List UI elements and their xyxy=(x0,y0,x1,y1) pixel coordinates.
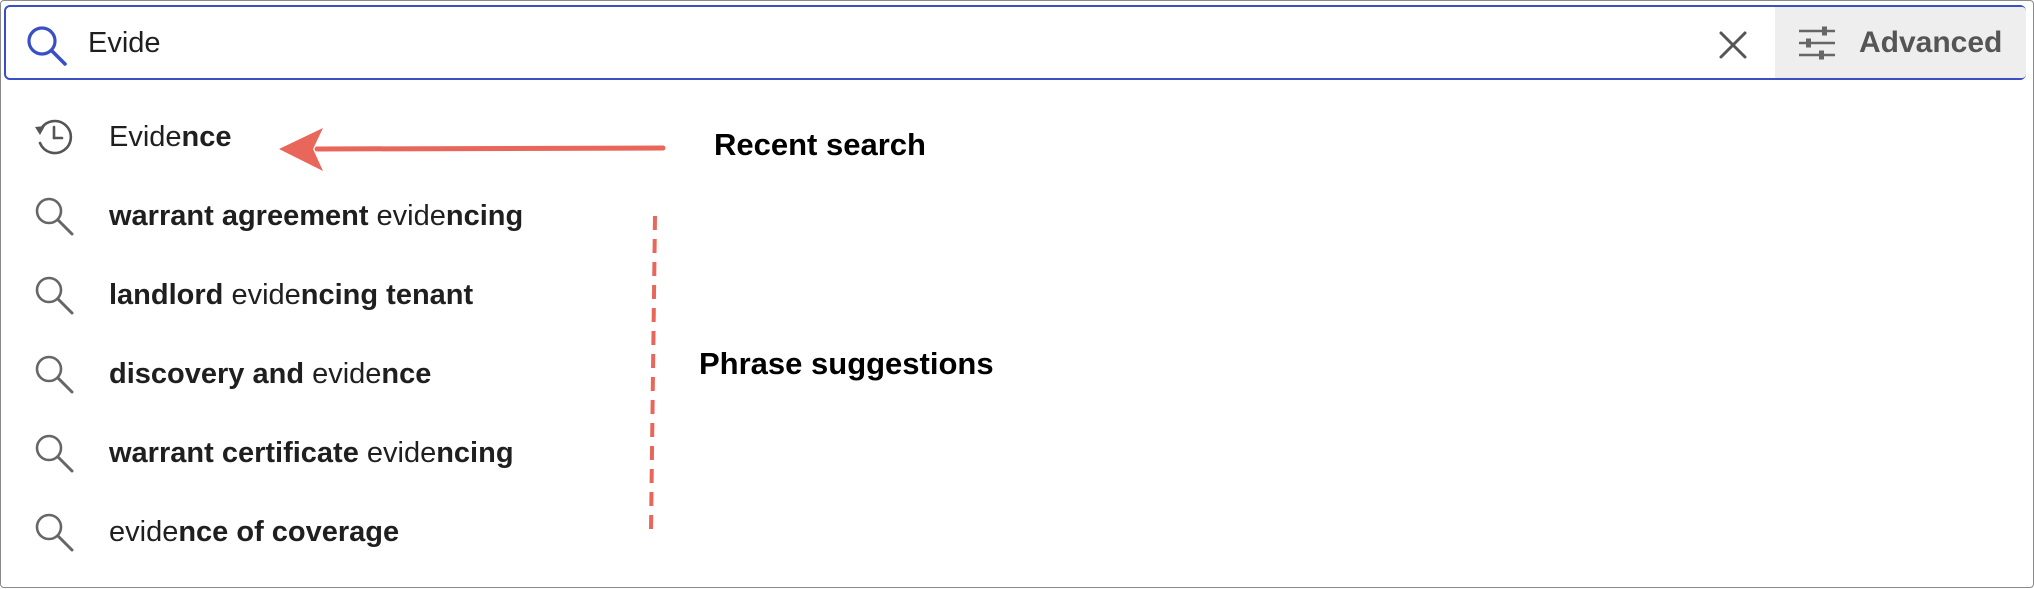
phrase-suggestion-item[interactable]: warrant certificate evidencing xyxy=(31,425,514,481)
suggestion-text: Evidence xyxy=(109,121,232,154)
search-icon xyxy=(31,430,77,476)
phrase-suggestion-item[interactable]: warrant agreement evidencing xyxy=(31,188,523,244)
recent-search-item[interactable]: Evidence xyxy=(31,109,232,165)
search-icon xyxy=(31,509,77,555)
suggestion-match: evide xyxy=(109,515,179,548)
search-icon xyxy=(31,272,77,318)
suggestion-text: landlord evidencing tenant xyxy=(109,279,473,312)
recent-search-arrow xyxy=(314,145,666,152)
history-icon xyxy=(31,114,77,160)
suggestion-completion: discovery and xyxy=(109,357,305,390)
recent-search-arrowhead xyxy=(279,128,323,171)
close-icon xyxy=(1719,31,1747,59)
search-icon xyxy=(27,26,67,66)
suggestion-completion: warrant certificate xyxy=(109,436,359,469)
search-input[interactable] xyxy=(88,17,1688,69)
recent-search-annotation: Recent search xyxy=(714,127,926,162)
advanced-label: Advanced xyxy=(1859,25,2003,59)
suggestion-match: evide xyxy=(304,357,382,390)
suggestion-text: warrant agreement evidencing xyxy=(109,200,523,233)
suggestion-match: evide xyxy=(223,278,301,311)
suggestion-match: evide xyxy=(368,199,446,232)
phrase-suggestion-item[interactable]: landlord evidencing tenant xyxy=(31,267,473,323)
suggestion-text: discovery and evidence xyxy=(109,358,431,391)
suggestion-match: Evide xyxy=(109,120,182,153)
search-bar: Advanced xyxy=(4,5,2026,80)
suggestion-completion: nce of coverage xyxy=(178,515,400,548)
phrase-suggestions-annotation: Phrase suggestions xyxy=(699,346,994,381)
suggestion-completion: landlord xyxy=(109,278,224,311)
suggestion-completion: warrant agreement xyxy=(109,199,369,232)
suggestion-completion: ncing xyxy=(445,199,524,232)
search-icon xyxy=(31,193,77,239)
suggestion-completion: ncing xyxy=(436,436,514,469)
suggestion-completion: nce xyxy=(181,120,232,153)
phrase-suggestions-bracket xyxy=(649,215,657,530)
phrase-suggestion-item[interactable]: evidence of coverage xyxy=(31,504,399,560)
suggestion-text: warrant certificate evidencing xyxy=(109,437,514,470)
suggestion-completion: nce xyxy=(381,357,432,390)
search-icon xyxy=(31,351,77,397)
search-dropdown-panel: Advanced Evidencewarrant agreement evide… xyxy=(0,0,2034,588)
sliders-icon xyxy=(1799,26,1835,59)
suggestion-completion: ncing tenant xyxy=(300,278,474,311)
clear-search-button[interactable] xyxy=(1711,23,1755,67)
advanced-search-button[interactable]: Advanced xyxy=(1775,7,2026,78)
phrase-suggestion-item[interactable]: discovery and evidence xyxy=(31,346,431,402)
suggestion-match: evide xyxy=(358,436,437,469)
suggestion-text: evidence of coverage xyxy=(109,516,399,549)
